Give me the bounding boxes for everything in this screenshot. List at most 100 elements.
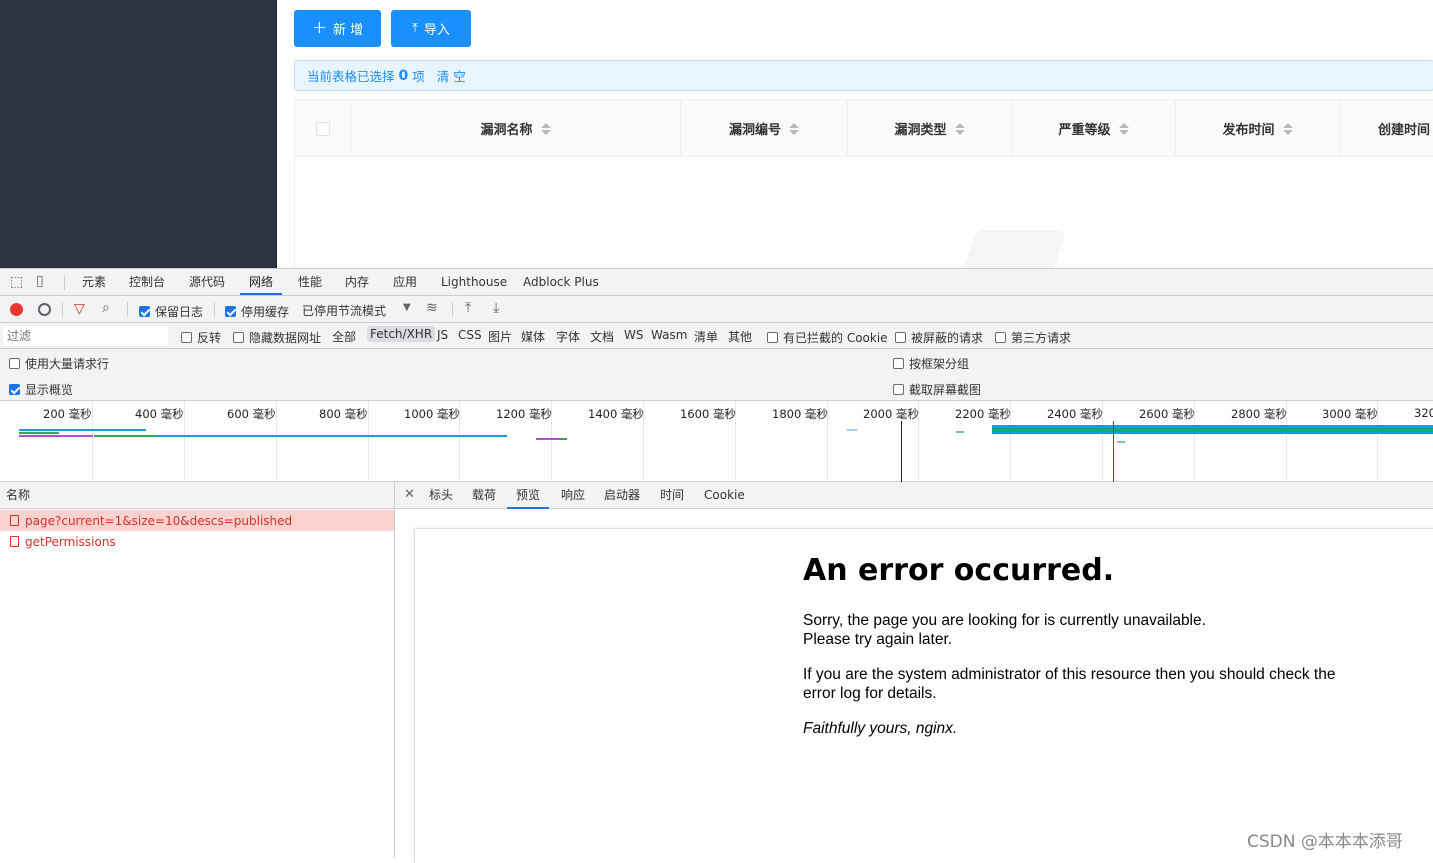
select-all-checkbox[interactable] [315, 121, 330, 136]
throttling-select[interactable]: 已停用节流模式 [302, 302, 386, 319]
request-row[interactable]: page?current=1&size=10&descs=published [0, 510, 394, 531]
tab-preview[interactable]: 预览 [507, 482, 550, 509]
sort-icon[interactable] [789, 122, 799, 135]
add-button[interactable]: ＋ 新 增 [294, 10, 381, 47]
document-icon [10, 515, 19, 526]
tab-lighthouse[interactable]: Lighthouse [441, 269, 507, 295]
disable-cache-checkbox[interactable]: 停用缓存 [225, 303, 289, 320]
overview-tick: 1200 毫秒 [496, 407, 552, 421]
overview-bar [847, 429, 857, 431]
tab-timing[interactable]: 时间 [660, 482, 684, 509]
filter-type-all[interactable]: 全部 [332, 328, 356, 345]
blocked-cookies-checkbox[interactable]: 有已拦截的 Cookie [767, 329, 888, 346]
tab-adblock-plus[interactable]: Adblock Plus [523, 269, 599, 295]
requests-name-header[interactable]: 名称 [0, 482, 394, 509]
app-sidebar [0, 0, 277, 268]
blocked-requests-label: 被屏蔽的请求 [911, 331, 984, 345]
tab-application[interactable]: 应用 [393, 269, 417, 295]
overview-bar [19, 429, 146, 431]
clear-selection-link[interactable]: 清 空 [437, 66, 466, 85]
select-all-cell [295, 100, 351, 157]
tab-initiator[interactable]: 启动器 [604, 482, 640, 509]
column-header[interactable]: 漏洞类型 [848, 100, 1012, 157]
filter-type-img[interactable]: 图片 [488, 328, 512, 345]
third-party-checkbox[interactable]: 第三方请求 [995, 329, 1071, 346]
import-har-icon[interactable]: ⤒ [465, 301, 471, 315]
column-header[interactable]: 创建时间 [1340, 100, 1433, 157]
sort-icon[interactable] [954, 122, 965, 135]
tab-cookies[interactable]: Cookie [704, 482, 745, 509]
invert-label: 反转 [197, 331, 222, 345]
load-event-marker [1113, 421, 1114, 482]
capture-screenshots-checkbox[interactable]: 截取屏幕截图 [893, 381, 981, 398]
tab-console[interactable]: 控制台 [129, 269, 165, 295]
group-by-frame-label: 按框架分组 [909, 357, 970, 371]
tab-headers[interactable]: 标头 [429, 482, 453, 509]
tab-payload[interactable]: 载荷 [472, 482, 496, 509]
import-button-label: 导入 [423, 23, 450, 38]
network-conditions-icon[interactable]: ≋ [426, 301, 438, 315]
overview-tick: 320 [1414, 406, 1433, 420]
filter-type-ws[interactable]: WS [624, 328, 643, 342]
filter-icon[interactable]: ▽ [74, 302, 85, 316]
export-har-icon[interactable]: ⤓ [493, 301, 499, 315]
filter-type-manifest[interactable]: 清单 [694, 328, 718, 345]
chevron-down-icon[interactable]: ▼ [403, 302, 411, 313]
invert-checkbox[interactable]: 反转 [181, 329, 221, 346]
filter-type-doc[interactable]: 文档 [590, 328, 614, 345]
tab-memory[interactable]: 内存 [345, 269, 369, 295]
response-preview: An error occurred. Sorry, the page you a… [414, 528, 1433, 863]
import-button[interactable]: ⤒ 导入 [391, 10, 471, 47]
search-icon[interactable]: ⌕ [102, 301, 110, 315]
table-header: 漏洞名称 漏洞编号 漏洞类型 严重等级 发布时间 创建时间 [295, 100, 1433, 157]
overview-tick: 1000 毫秒 [404, 407, 460, 421]
column-header[interactable]: 漏洞编号 [681, 100, 848, 157]
tab-network[interactable]: 网络 [240, 269, 283, 295]
filter-input[interactable] [3, 326, 168, 346]
show-overview-checkbox[interactable]: 显示概览 [9, 381, 73, 398]
group-by-frame-checkbox[interactable]: 按框架分组 [893, 355, 969, 372]
sort-icon[interactable] [1282, 122, 1293, 135]
error-message: If you are the system administrator of t… [803, 666, 1336, 683]
sort-icon[interactable] [1118, 122, 1129, 135]
clear-icon[interactable] [38, 303, 51, 316]
inspect-element-icon[interactable]: ⬚ [10, 275, 23, 289]
tab-performance[interactable]: 性能 [298, 269, 322, 295]
blocked-requests-checkbox[interactable]: 被屏蔽的请求 [895, 329, 983, 346]
upload-icon: ⤒ [412, 21, 418, 36]
error-message: Please try again later. [803, 631, 953, 648]
request-row[interactable]: getPermissions [0, 531, 394, 552]
tab-elements[interactable]: 元素 [82, 269, 106, 295]
overview-tick: 1800 毫秒 [772, 407, 828, 421]
devtools-panel: ⬚ ▯ 元素 控制台 源代码 网络 性能 内存 应用 Lighthouse Ad… [0, 268, 1433, 863]
column-header[interactable]: 严重等级 [1012, 100, 1176, 157]
overview-bar [19, 432, 59, 434]
column-header[interactable]: 发布时间 [1176, 100, 1340, 157]
selection-count: 0 [398, 67, 409, 84]
close-icon[interactable]: ✕ [404, 482, 415, 509]
tab-sources[interactable]: 源代码 [189, 269, 225, 295]
record-icon[interactable] [10, 303, 23, 316]
large-rows-checkbox[interactable]: 使用大量请求行 [9, 355, 109, 372]
column-header[interactable]: 漏洞名称 [351, 100, 681, 157]
request-name: getPermissions [25, 534, 116, 549]
tab-response[interactable]: 响应 [561, 482, 585, 509]
overview-tick: 2000 毫秒 [863, 407, 919, 421]
filter-type-fetch-xhr[interactable]: Fetch/XHR [367, 326, 436, 342]
dom-content-loaded-marker [901, 421, 902, 482]
filter-type-media[interactable]: 媒体 [521, 328, 545, 345]
filter-type-css[interactable]: CSS [458, 328, 482, 342]
overview-bar [536, 438, 560, 440]
network-overview[interactable]: 200 毫秒 400 毫秒 600 毫秒 800 毫秒 1000 毫秒 1200… [0, 401, 1433, 482]
filter-type-other[interactable]: 其他 [728, 328, 752, 345]
filter-type-js[interactable]: JS [437, 328, 448, 342]
filter-type-font[interactable]: 字体 [556, 328, 580, 345]
hide-data-urls-checkbox[interactable]: 隐藏数据网址 [233, 329, 321, 346]
selection-prefix: 当前表格已选择 [307, 69, 395, 84]
selection-suffix: 项 [412, 69, 425, 84]
device-toolbar-icon[interactable]: ▯ [36, 274, 44, 288]
network-toolbar: ▽ ⌕ 保留日志 停用缓存 已停用节流模式 ▼ ≋ ⤒ ⤓ [0, 296, 1433, 323]
filter-type-wasm[interactable]: Wasm [651, 328, 687, 342]
sort-icon[interactable] [540, 122, 551, 135]
preserve-log-checkbox[interactable]: 保留日志 [139, 303, 203, 320]
